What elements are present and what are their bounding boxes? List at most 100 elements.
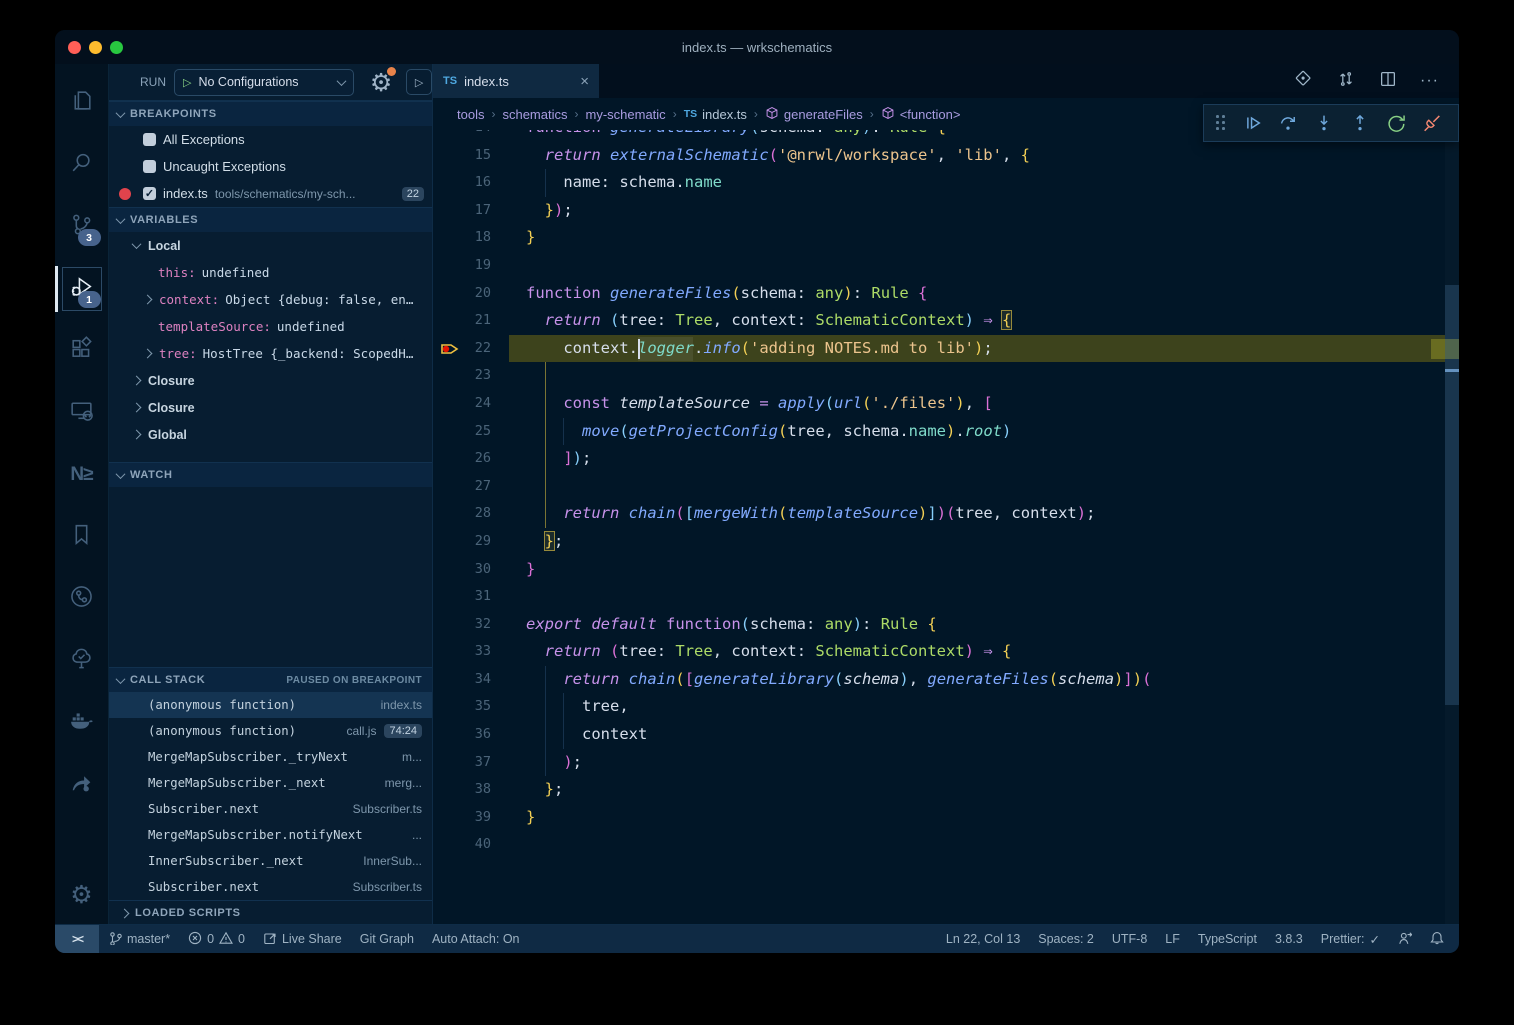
restart-button[interactable] <box>1380 108 1412 138</box>
gitlens-icon[interactable] <box>1294 69 1314 94</box>
code-view[interactable]: 14function generateLibrary(schema: any):… <box>433 130 1459 925</box>
code-line-15[interactable]: 15 return externalSchematic('@nrwl/works… <box>433 142 1459 170</box>
split-editor-icon[interactable] <box>1378 69 1398 94</box>
code-line-32[interactable]: 32export default function(schema: any): … <box>433 611 1459 639</box>
debug-console-button[interactable]: ▷ <box>406 69 432 95</box>
variable-row[interactable]: context:Object {debug: false, en… <box>109 286 432 313</box>
activity-item-explorer[interactable] <box>55 72 109 134</box>
code-line-33[interactable]: 33 return (tree: Tree, context: Schemati… <box>433 638 1459 666</box>
code-line-26[interactable]: 26 ]); <box>433 445 1459 473</box>
open-changes-icon[interactable] <box>1336 69 1356 94</box>
variable-row[interactable]: this:undefined <box>109 259 432 286</box>
more-actions-icon[interactable]: ··· <box>1420 72 1439 90</box>
continue-button[interactable] <box>1236 108 1268 138</box>
status-cursor-position[interactable]: Ln 22, Col 13 <box>937 932 1029 946</box>
scope-row-local[interactable]: Local <box>109 232 432 259</box>
code-line-24[interactable]: 24 const templateSource = apply(url('./f… <box>433 390 1459 418</box>
breakpoint-row[interactable]: Uncaught Exceptions <box>109 153 432 180</box>
status-prettier[interactable]: Prettier:✓ <box>1312 932 1389 947</box>
call-stack-frame[interactable]: Subscriber.nextSubscriber.ts <box>109 874 432 900</box>
scope-row-global-2[interactable]: Global <box>109 421 432 448</box>
scrollbar-thumb[interactable] <box>1445 285 1459 705</box>
status-language-mode[interactable]: TypeScript <box>1189 932 1266 946</box>
toolbar-drag-handle[interactable] <box>1216 115 1226 131</box>
activity-item-share[interactable] <box>55 754 109 816</box>
code-line-16[interactable]: 16 name: schema.name <box>433 169 1459 197</box>
status-git-graph[interactable]: Git Graph <box>351 932 423 946</box>
code-line-38[interactable]: 38 }; <box>433 776 1459 804</box>
status-auto-attach[interactable]: Auto Attach: On <box>423 932 529 946</box>
code-line-40[interactable]: 40 <box>433 831 1459 859</box>
status-feedback[interactable] <box>1389 931 1421 948</box>
minimize-window-button[interactable] <box>89 41 102 54</box>
call-stack-frame[interactable]: InnerSubscriber._nextInnerSub... <box>109 848 432 874</box>
checkbox-checked[interactable]: ✓ <box>143 187 156 200</box>
close-window-button[interactable] <box>68 41 81 54</box>
call-stack-frame[interactable]: (anonymous function)call.js74:24 <box>109 718 432 744</box>
call-stack-section-header[interactable]: CALL STACKPAUSED ON BREAKPOINT <box>109 667 432 692</box>
code-line-25[interactable]: 25 move(getProjectConfig(tree, schema.na… <box>433 418 1459 446</box>
checkbox-unchecked[interactable] <box>143 160 156 173</box>
scope-row-closure-1[interactable]: Closure <box>109 394 432 421</box>
activity-item-remote-explorer[interactable] <box>55 382 109 444</box>
code-line-18[interactable]: 18} <box>433 224 1459 252</box>
code-line-19[interactable]: 19 <box>433 252 1459 280</box>
step-into-button[interactable] <box>1308 108 1340 138</box>
code-line-34[interactable]: 34 return chain([generateLibrary(schema)… <box>433 666 1459 694</box>
step-over-button[interactable] <box>1272 108 1304 138</box>
status-eol[interactable]: LF <box>1156 932 1189 946</box>
status-notifications[interactable] <box>1421 931 1453 948</box>
variable-row[interactable]: templateSource:undefined <box>109 313 432 340</box>
breadcrumb-item-tools[interactable]: tools <box>457 107 484 122</box>
code-line-28[interactable]: 28 return chain([mergeWith(templateSourc… <box>433 500 1459 528</box>
breakpoints-section-header[interactable]: BREAKPOINTS <box>109 101 432 126</box>
close-tab-icon[interactable]: × <box>580 73 589 90</box>
status-ts-version[interactable]: 3.8.3 <box>1266 932 1312 946</box>
call-stack-frame[interactable]: MergeMapSubscriber._tryNextm... <box>109 744 432 770</box>
code-line-37[interactable]: 37 ); <box>433 749 1459 777</box>
status-git-branch[interactable]: master* <box>99 931 179 948</box>
breadcrumb-item-generateFiles[interactable]: generateFiles <box>765 106 863 123</box>
code-line-36[interactable]: 36 context <box>433 721 1459 749</box>
breakpoint-row[interactable]: All Exceptions <box>109 126 432 153</box>
code-line-35[interactable]: 35 tree, <box>433 693 1459 721</box>
zoom-window-button[interactable] <box>110 41 123 54</box>
code-line-17[interactable]: 17 }); <box>433 197 1459 225</box>
breadcrumb-item-function[interactable]: <function> <box>881 106 961 123</box>
watch-section-header[interactable]: WATCH <box>109 462 432 487</box>
tab-index-ts[interactable]: TS index.ts × <box>433 64 599 98</box>
remote-indicator[interactable]: >< <box>55 925 99 953</box>
configure-launch-button[interactable]: ⚙ <box>370 70 392 95</box>
loaded-scripts-header[interactable]: LOADED SCRIPTS <box>109 900 432 925</box>
breadcrumb-item-schematics[interactable]: schematics <box>502 107 567 122</box>
call-stack-frame[interactable]: (anonymous function)index.ts <box>109 692 432 718</box>
status-live-share[interactable]: Live Share <box>254 931 351 948</box>
activity-item-bookmarks[interactable] <box>55 506 109 568</box>
breadcrumb-item-my-schematic[interactable]: my-schematic <box>586 107 666 122</box>
status-indentation[interactable]: Spaces: 2 <box>1029 932 1103 946</box>
activity-item-git-graph-view[interactable] <box>55 568 109 630</box>
variables-section-header[interactable]: VARIABLES <box>109 207 432 232</box>
activity-item-test-explorer[interactable] <box>55 630 109 692</box>
breadcrumb-item-index.ts[interactable]: TSindex.ts <box>684 107 747 122</box>
activity-item-docker[interactable] <box>55 692 109 754</box>
call-stack-frame[interactable]: MergeMapSubscriber.notifyNext... <box>109 822 432 848</box>
activity-item-source-control[interactable]: 3 <box>55 196 109 258</box>
code-line-30[interactable]: 30} <box>433 556 1459 584</box>
code-line-29[interactable]: 29 }; <box>433 528 1459 556</box>
disconnect-button[interactable] <box>1416 108 1448 138</box>
launch-configuration-dropdown[interactable]: ▷ No Configurations <box>174 69 354 96</box>
call-stack-frame[interactable]: Subscriber.nextSubscriber.ts <box>109 796 432 822</box>
variable-row[interactable]: tree:HostTree {_backend: ScopedH… <box>109 340 432 367</box>
code-line-22[interactable]: 22 context.logger.info('adding NOTES.md … <box>433 335 1459 363</box>
activity-item-search[interactable] <box>55 134 109 196</box>
activity-item-settings[interactable]: ⚙ <box>55 863 109 925</box>
status-encoding[interactable]: UTF-8 <box>1103 932 1156 946</box>
code-line-21[interactable]: 21 return (tree: Tree, context: Schemati… <box>433 307 1459 335</box>
activity-item-run-and-debug[interactable]: 1 <box>55 258 109 320</box>
breakpoint-row[interactable]: ✓index.tstools/schematics/my-sch...22 <box>109 180 432 207</box>
scope-row-closure-0[interactable]: Closure <box>109 367 432 394</box>
code-line-27[interactable]: 27 <box>433 473 1459 501</box>
activity-item-extensions[interactable] <box>55 320 109 382</box>
call-stack-frame[interactable]: MergeMapSubscriber._nextmerg... <box>109 770 432 796</box>
